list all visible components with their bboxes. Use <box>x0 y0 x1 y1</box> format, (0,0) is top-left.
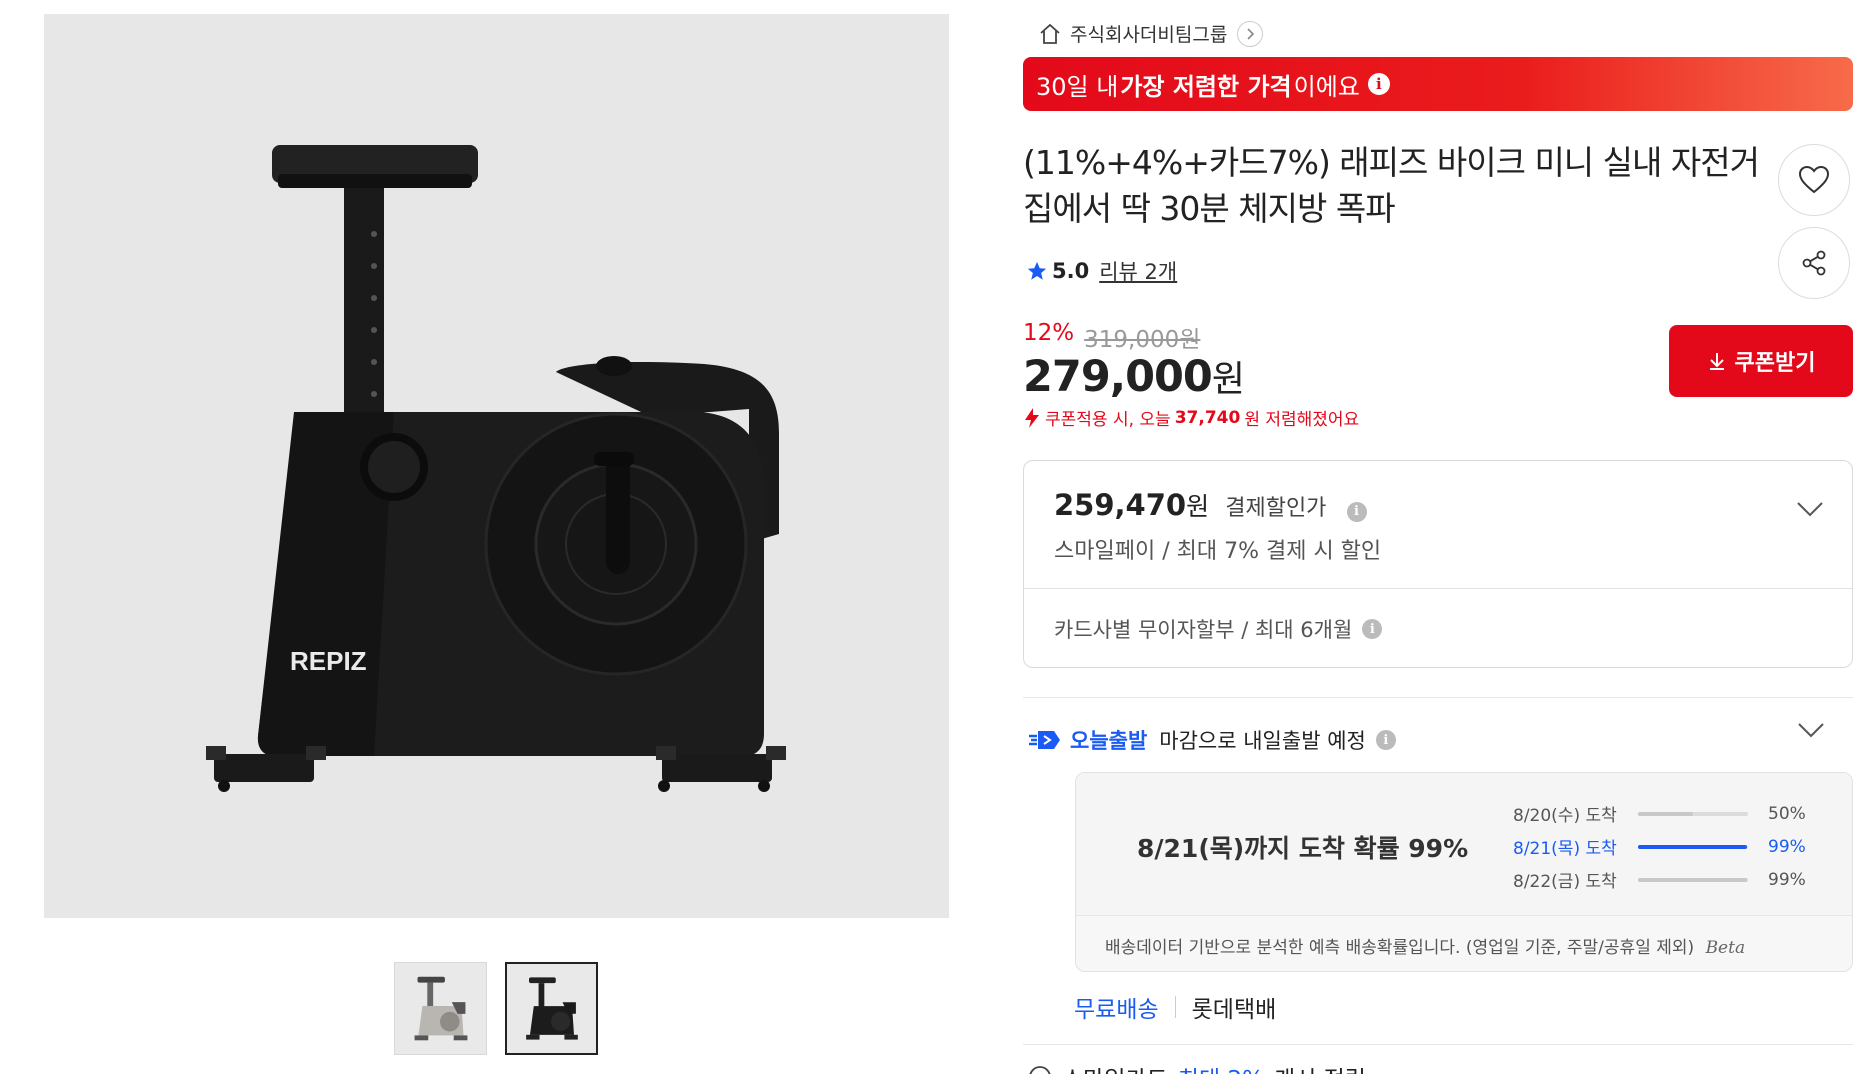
smilecard-highlight: 최대 2% <box>1178 1060 1264 1074</box>
reviews-link[interactable]: 리뷰 2개 <box>1099 256 1177 286</box>
info-icon[interactable]: i <box>1362 619 1383 639</box>
coupon-note-suffix: 원 저렴해졌어요 <box>1244 410 1360 430</box>
delivery-note: 배송데이터 기반으로 분석한 예측 배송확률입니다. (영업일 기준, 주말/공… <box>1105 933 1745 958</box>
payment-discount-sub: 스마일페이 / 최대 7% 결제 시 할인 <box>1054 539 1382 564</box>
chevron-down-icon <box>1797 502 1823 517</box>
coupon-button-label: 쿠폰받기 <box>1734 351 1816 376</box>
delivery-probability-panel: 8/21(목)까지 도착 확률 99% 8/20(수) 도착 50% 8/21(… <box>1076 773 1852 916</box>
coupon-download-button[interactable]: 쿠폰받기 <box>1669 325 1853 397</box>
smilecard-prefix: 스마일카드 <box>1062 1060 1168 1074</box>
probability-percent: 50% <box>1768 803 1806 824</box>
divider <box>1023 697 1853 698</box>
share-button[interactable] <box>1778 227 1850 299</box>
probability-row: 8/20(수) 도착 50% <box>1513 797 1808 830</box>
delivery-note-text: 배송데이터 기반으로 분석한 예측 배송확률입니다. (영업일 기준, 주말/공… <box>1105 938 1695 958</box>
star-icon <box>1027 261 1047 280</box>
info-icon[interactable]: i <box>1375 730 1396 750</box>
probability-bar-fill <box>1638 811 1693 816</box>
coupon-note-prefix: 쿠폰적용 시, 오늘 <box>1045 410 1171 430</box>
installment-info: 카드사별 무이자할부 / 최대 6개월 i <box>1054 614 1383 644</box>
sale-price-unit: 원 <box>1211 359 1245 400</box>
probability-percent: 99% <box>1768 836 1806 857</box>
rating-score: 5.0 <box>1052 259 1090 283</box>
original-price: 319,000원 <box>1084 327 1201 353</box>
probability-date: 8/22(금) 도착 <box>1513 872 1617 892</box>
banner-suffix: 이에요 <box>1293 72 1360 101</box>
probability-date: 8/20(수) 도착 <box>1513 806 1617 826</box>
payment-discount-toggle[interactable]: 259,470원 결제할인가 i 스마일페이 / 최대 7% 결제 시 할인 <box>1024 461 1852 589</box>
chevron-down-icon[interactable] <box>1797 722 1825 738</box>
smilecard-suffix: 캐시 적립 <box>1274 1060 1366 1074</box>
seller-name: 주식회사더비팀그룹 <box>1070 24 1228 46</box>
discount-row: 12% 319,000원 <box>1023 320 1200 354</box>
probability-date: 8/21(목) 도착 <box>1513 839 1617 859</box>
today-shipping-label: 오늘출발 <box>1070 729 1148 753</box>
gray-bike-thumbnail[interactable] <box>394 962 487 1055</box>
seller-link[interactable]: 주식회사더비팀그룹 <box>1038 20 1264 47</box>
share-icon <box>1802 250 1826 276</box>
product-title-line1: (11%+4%+카드7%) 래피즈 바이크 미니 실내 자전거 <box>1023 143 1760 182</box>
shipping-row[interactable]: 오늘출발 마감으로 내일출발 예정 i <box>1028 725 1396 755</box>
coupon-savings-note: 쿠폰적용 시, 오늘 37,740 원 저렴해졌어요 <box>1023 405 1359 430</box>
delivery-probability-box: 8/21(목)까지 도착 확률 99% 8/20(수) 도착 50% 8/21(… <box>1075 772 1853 972</box>
today-shipping-desc: 마감으로 내일출발 예정 <box>1159 729 1366 753</box>
info-icon[interactable]: i <box>1346 501 1367 522</box>
sale-price: 279,000원 <box>1023 350 1245 402</box>
home-icon <box>1040 23 1060 44</box>
exercise-bike-image: REPIZ <box>206 145 786 792</box>
payment-discount-price: 259,470원 결제할인가 i <box>1054 487 1367 523</box>
heart-icon <box>1798 165 1830 194</box>
payment-price-number: 259,470 <box>1054 488 1187 522</box>
delivery-probability-list: 8/20(수) 도착 50% 8/21(목) 도착 99% 8/22(금) 도착… <box>1513 797 1808 896</box>
lowest-price-banner: 30일 내 가장 저렴한 가격 이에요 i <box>1023 57 1853 111</box>
smilecard-row[interactable]: 스마일카드 최대 2% 캐시 적립 <box>1028 1060 1366 1074</box>
probability-bar <box>1638 877 1748 882</box>
fast-delivery-icon <box>1029 731 1060 749</box>
carrier-name: 롯데택배 <box>1191 997 1277 1023</box>
black-bike-thumbnail[interactable] <box>505 962 598 1055</box>
product-info-panel: 주식회사더비팀그룹 30일 내 가장 저렴한 가격 이에요 i (11%+4%+… <box>1023 0 1853 1074</box>
divider <box>1023 1044 1853 1045</box>
wishlist-button[interactable] <box>1778 144 1850 216</box>
probability-bar-fill <box>1638 877 1747 882</box>
separator <box>1174 996 1176 1018</box>
thumbnail-list <box>394 962 598 1055</box>
probability-bar <box>1638 811 1748 816</box>
product-main-image[interactable]: REPIZ <box>44 14 949 918</box>
probability-row: 8/22(금) 도착 99% <box>1513 863 1808 896</box>
probability-row: 8/21(목) 도착 99% <box>1513 830 1808 863</box>
beta-badge: Beta <box>1705 938 1746 958</box>
banner-highlight: 가장 저렴한 가격 <box>1120 72 1292 101</box>
installment-text: 카드사별 무이자할부 / 최대 6개월 <box>1054 618 1353 642</box>
probability-percent: 99% <box>1768 869 1806 890</box>
product-title-line2: 집에서 딱 30분 체지방 폭파 <box>1023 189 1396 228</box>
brand-print: REPIZ <box>290 646 367 676</box>
download-icon <box>1709 353 1724 370</box>
rating: 5.0 리뷰 2개 <box>1026 256 1177 286</box>
discount-rate: 12% <box>1023 320 1075 346</box>
payment-discount-box: 259,470원 결제할인가 i 스마일페이 / 최대 7% 결제 시 할인 카… <box>1023 460 1853 668</box>
banner-prefix: 30일 내 <box>1036 72 1119 101</box>
smile-icon <box>1029 1066 1051 1074</box>
probability-bar-fill <box>1638 844 1747 849</box>
chevron-right-icon <box>1237 20 1264 47</box>
probability-bar <box>1638 844 1748 849</box>
free-shipping-label[interactable]: 무료배송 <box>1074 990 1159 1024</box>
sale-price-number: 279,000 <box>1023 352 1213 402</box>
shipping-method: 무료배송 롯데택배 <box>1074 990 1276 1024</box>
delivery-probability-main: 8/21(목)까지 도착 확률 99% <box>1137 834 1469 863</box>
coupon-note-amount: 37,740 <box>1174 407 1241 428</box>
payment-discount-label: 결제할인가 <box>1225 496 1327 521</box>
payment-price-unit: 원 <box>1186 492 1210 521</box>
info-icon[interactable]: i <box>1367 73 1390 95</box>
price-drop-icon <box>1025 407 1039 428</box>
product-title: (11%+4%+카드7%) 래피즈 바이크 미니 실내 자전거 집에서 딱 30… <box>1023 140 1763 232</box>
